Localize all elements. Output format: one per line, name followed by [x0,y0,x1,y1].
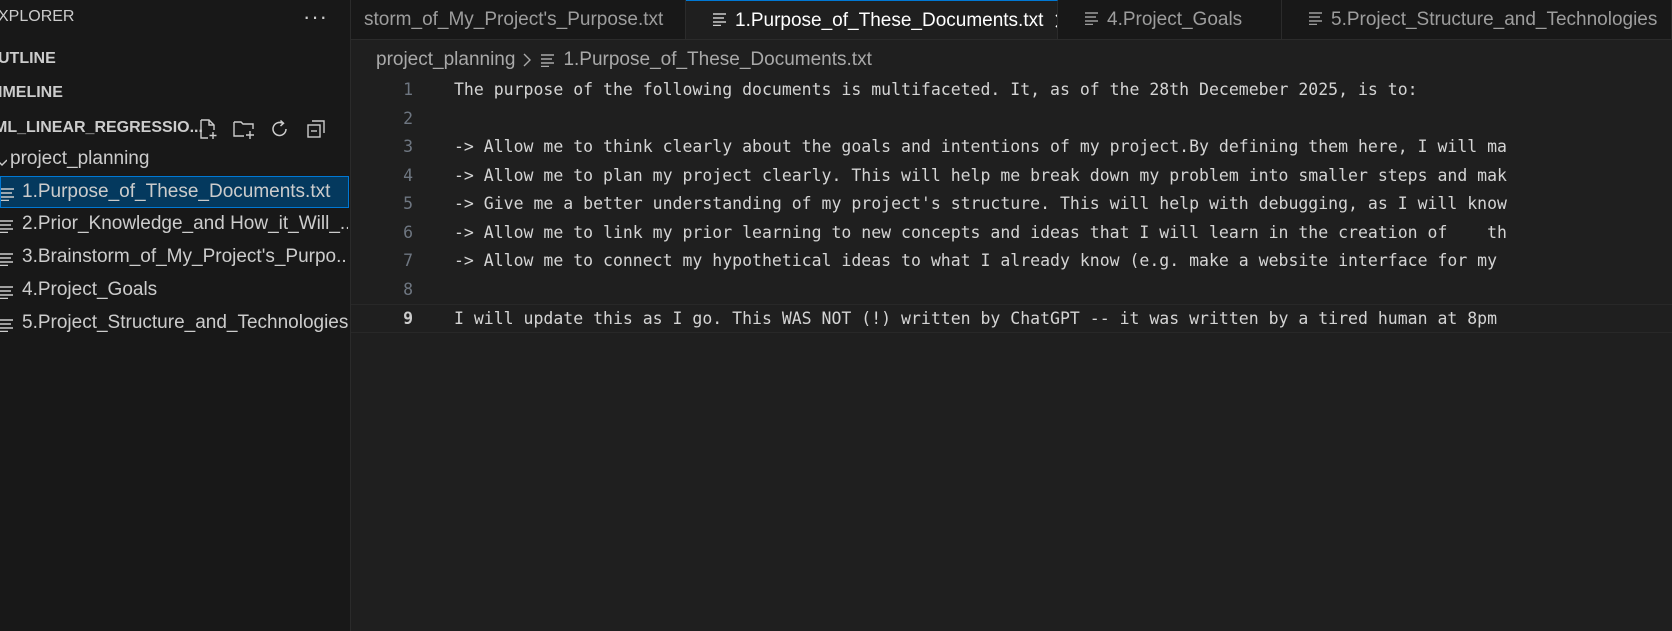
line-text[interactable]: -> Give me a better understanding of my … [454,190,1507,219]
code-line[interactable]: 2 [351,105,1672,134]
explorer-title: XPLORER [0,8,75,25]
tab-label: storm_of_My_Project's_Purpose.txt [364,9,664,30]
file-label: 5.Project_Structure_and_Technologies [22,312,348,333]
collapse-all-icon[interactable] [304,117,328,141]
tab-label: 5.Project_Structure_and_Technologies [1331,9,1658,30]
tab-project-goals[interactable]: 4.Project_Goals [1058,0,1282,39]
tab-label: 1.Purpose_of_These_Documents.txt [735,9,1044,31]
line-text[interactable]: -> Allow me to connect my hypothetical i… [454,247,1497,276]
current-code-line[interactable]: 9 I will update this as I go. This WAS N… [351,304,1672,333]
code-line[interactable]: 1 The purpose of the following documents… [351,76,1672,105]
text-file-icon [541,53,555,67]
code-line[interactable]: 5 -> Give me a better understanding of m… [351,190,1672,219]
line-number: 7 [403,251,413,270]
line-text[interactable]: -> Allow me to link my prior learning to… [454,219,1507,248]
tab-project-structure[interactable]: 5.Project_Structure_and_Technologies [1282,0,1672,39]
file-label: 4.Project_Goals [22,279,158,300]
text-file-icon [1309,9,1323,31]
code-line[interactable]: 3 -> Allow me to think clearly about the… [351,133,1672,162]
text-file-icon [713,10,727,32]
tab-purpose-documents[interactable]: 1.Purpose_of_These_Documents.txt [686,0,1058,39]
line-number: 9 [403,309,413,328]
file-item-1[interactable]: 1.Purpose_of_These_Documents.txt [0,176,349,208]
new-folder-icon[interactable] [232,117,256,141]
file-label: 3.Brainstorm_of_My_Project's_Purpo... [22,246,348,267]
line-number: 1 [403,80,413,99]
code-line[interactable]: 6 -> Allow me to link my prior learning … [351,219,1672,248]
line-text[interactable]: -> Allow me to think clearly about the g… [454,133,1507,162]
code-editor[interactable]: 1 The purpose of the following documents… [351,76,1672,631]
folder-project-planning[interactable]: project_planning [0,143,350,175]
file-item-3[interactable]: 3.Brainstorm_of_My_Project's_Purpo... [0,241,350,273]
line-number: 5 [403,194,413,213]
explorer-sidebar: XPLORER ··· UTLINE IMELINE ML_LINEAR_REG… [0,0,351,631]
text-file-icon [0,316,14,333]
outline-section-header[interactable]: UTLINE [0,44,56,74]
file-item-4[interactable]: 4.Project_Goals [0,274,350,306]
file-label: 2.Prior_Knowledge_and How_it_Will_... [22,213,348,234]
project-name: ML_LINEAR_REGRESSIO... [0,119,203,136]
project-header[interactable]: ML_LINEAR_REGRESSIO... [0,113,350,143]
chevron-down-icon [0,153,8,175]
line-number: 3 [403,137,413,156]
file-label: 1.Purpose_of_These_Documents.txt [22,181,331,202]
more-actions-icon[interactable]: ··· [303,2,328,32]
code-line[interactable]: 8 [351,276,1672,305]
tab-brainstorm[interactable]: storm_of_My_Project's_Purpose.txt [351,0,686,39]
breadcrumb-folder[interactable]: project_planning [376,49,515,71]
breadcrumb-file[interactable]: 1.Purpose_of_These_Documents.txt [563,49,871,71]
code-line[interactable]: 7 -> Allow me to connect my hypothetical… [351,247,1672,276]
breadcrumb: project_planning 1.Purpose_of_These_Docu… [376,46,872,74]
line-text[interactable]: I will update this as I go. This WAS NOT… [454,305,1497,334]
text-file-icon [0,283,14,300]
line-number: 2 [403,108,413,128]
line-number: 4 [403,165,413,185]
folder-label: project_planning [10,148,150,169]
text-file-icon [1085,9,1099,31]
line-text[interactable]: The purpose of the following documents i… [454,76,1418,105]
chevron-right-icon [523,53,532,67]
text-file-icon [1,185,15,202]
line-number: 8 [403,279,413,299]
code-line[interactable]: 4 -> Allow me to plan my project clearly… [351,162,1672,191]
new-file-icon[interactable] [196,117,220,141]
line-number: 6 [403,222,413,242]
text-file-icon [0,217,14,234]
file-item-2[interactable]: 2.Prior_Knowledge_and How_it_Will_... [0,208,350,240]
timeline-section-header[interactable]: IMELINE [0,78,63,108]
refresh-icon[interactable] [268,117,292,141]
file-item-5[interactable]: 5.Project_Structure_and_Technologies [0,307,350,339]
tab-label: 4.Project_Goals [1107,9,1243,30]
editor-tab-bar: storm_of_My_Project's_Purpose.txt 1.Purp… [351,0,1672,40]
text-file-icon [0,250,14,267]
line-text[interactable]: -> Allow me to plan my project clearly. … [454,162,1507,191]
